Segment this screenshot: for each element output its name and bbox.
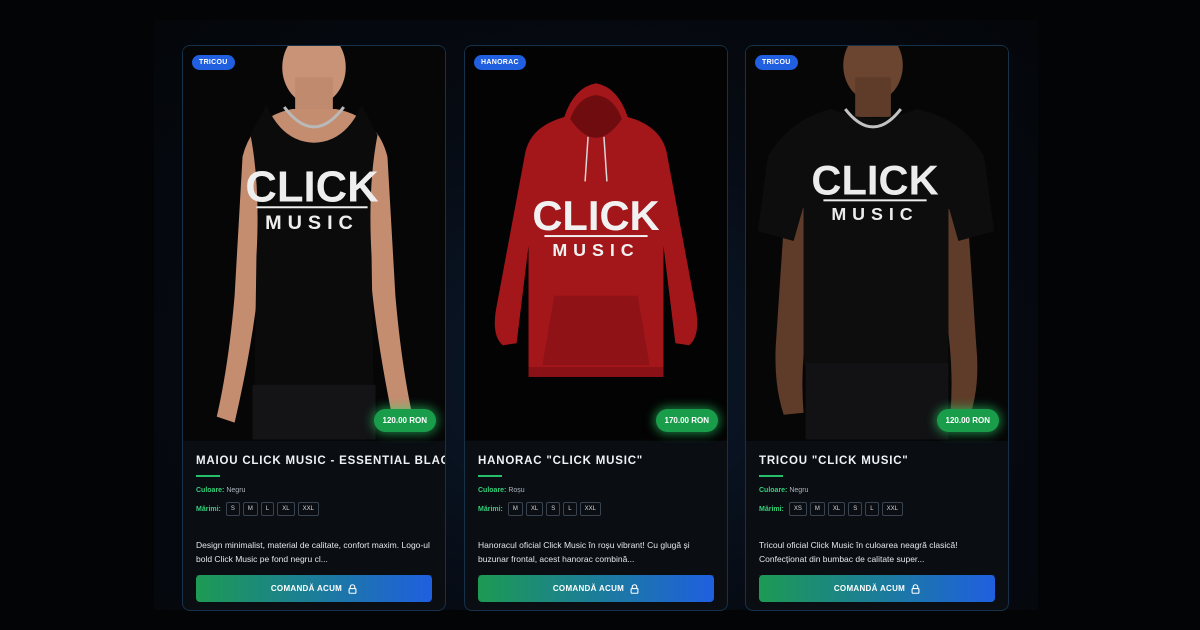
product-image[interactable]: CLICK MUSIC xyxy=(465,46,727,441)
sizes-row: Mărimi: XS M XL S L XXL xyxy=(759,502,995,516)
title-divider xyxy=(759,475,783,477)
order-now-button[interactable]: COMANDĂ ACUM xyxy=(196,575,432,602)
price-badge: 120.00 RON xyxy=(936,409,999,432)
order-now-label: COMANDĂ ACUM xyxy=(552,584,625,593)
size-option[interactable]: L xyxy=(865,502,879,516)
lock-icon xyxy=(911,583,920,594)
size-option[interactable]: L xyxy=(563,502,577,516)
color-value: Negru xyxy=(226,487,246,494)
size-option[interactable]: S xyxy=(225,502,240,516)
size-option[interactable]: XL xyxy=(525,502,544,516)
order-now-label: COMANDĂ ACUM xyxy=(270,584,343,593)
logo-bottom-text: MUSIC xyxy=(552,240,639,260)
category-badge: TRICOU xyxy=(755,55,798,70)
lock-icon xyxy=(630,583,639,594)
color-label: Culoare: xyxy=(196,487,225,494)
size-option[interactable]: XL xyxy=(827,502,846,516)
product-title[interactable]: TRICOU "CLICK MUSIC" xyxy=(759,455,995,467)
size-option[interactable]: XXL xyxy=(579,502,601,516)
logo-top-text: CLICK xyxy=(245,162,379,211)
product-description: Design minimalist, material de calitate,… xyxy=(196,540,430,564)
size-option[interactable]: XL xyxy=(277,502,295,516)
size-option[interactable]: XXL xyxy=(881,502,903,516)
order-now-label: COMANDĂ ACUM xyxy=(833,584,906,593)
size-option[interactable]: XS xyxy=(788,502,807,516)
sizes-row: Mărimi: M XL S L XXL xyxy=(478,502,714,516)
product-card: CLICK MUSIC TRICOU 120.00 RON TRICOU "CL… xyxy=(745,45,1009,611)
color-value: Negru xyxy=(789,487,809,494)
product-image[interactable]: CLICK MUSIC xyxy=(183,46,445,441)
color-row: Culoare: Negru xyxy=(196,487,432,494)
product-card: CLICK MUSIC HANORAC 170.00 RON HANORAC "… xyxy=(464,45,728,611)
size-option[interactable]: S xyxy=(546,502,561,516)
product-title[interactable]: MAIOU CLICK MUSIC - ESSENTIAL BLACK xyxy=(196,455,445,467)
lock-icon xyxy=(348,583,357,594)
price-badge: 170.00 RON xyxy=(655,409,718,432)
order-now-button[interactable]: COMANDĂ ACUM xyxy=(759,575,995,602)
color-row: Culoare: Negru xyxy=(759,487,995,494)
color-label: Culoare: xyxy=(478,487,507,494)
product-card: CLICK MUSIC TRICOU 120.00 RON MAIOU CLIC… xyxy=(182,45,446,611)
logo-bottom-text: MUSIC xyxy=(265,212,359,234)
product-description: Tricoul oficial Click Music în culoarea … xyxy=(759,540,958,564)
logo-top-text: CLICK xyxy=(811,156,938,203)
size-option[interactable]: XXL xyxy=(297,502,319,516)
product-description: Hanoracul oficial Click Music în roșu vi… xyxy=(478,540,690,564)
price-badge: 120.00 RON xyxy=(373,409,436,432)
size-option[interactable]: M xyxy=(242,502,258,516)
tank-top-model-image: CLICK MUSIC xyxy=(183,46,445,440)
logo-bottom-text: MUSIC xyxy=(831,204,918,224)
logo-top-text: CLICK xyxy=(532,192,659,239)
product-title[interactable]: HANORAC "CLICK MUSIC" xyxy=(478,455,714,467)
tshirt-model-image: CLICK MUSIC xyxy=(746,46,1008,440)
hoodie-image: CLICK MUSIC xyxy=(465,47,727,440)
title-divider xyxy=(196,475,220,477)
size-option[interactable]: L xyxy=(260,502,275,516)
sizes-label: Mărimi: xyxy=(196,505,221,513)
category-badge: HANORAC xyxy=(474,55,526,70)
color-row: Culoare: Roșu xyxy=(478,487,714,494)
sizes-label: Mărimi: xyxy=(759,505,784,513)
category-badge: TRICOU xyxy=(192,55,235,70)
order-now-button[interactable]: COMANDĂ ACUM xyxy=(478,575,714,602)
sizes-row: Mărimi: S M L XL XXL xyxy=(196,502,432,516)
sizes-label: Mărimi: xyxy=(478,505,503,513)
size-option[interactable]: S xyxy=(848,502,863,516)
title-divider xyxy=(478,475,502,477)
size-option[interactable]: M xyxy=(809,502,825,516)
color-value: Roșu xyxy=(508,487,525,494)
product-image[interactable]: CLICK MUSIC xyxy=(746,46,1008,441)
color-label: Culoare: xyxy=(759,487,788,494)
size-option[interactable]: M xyxy=(507,502,523,516)
